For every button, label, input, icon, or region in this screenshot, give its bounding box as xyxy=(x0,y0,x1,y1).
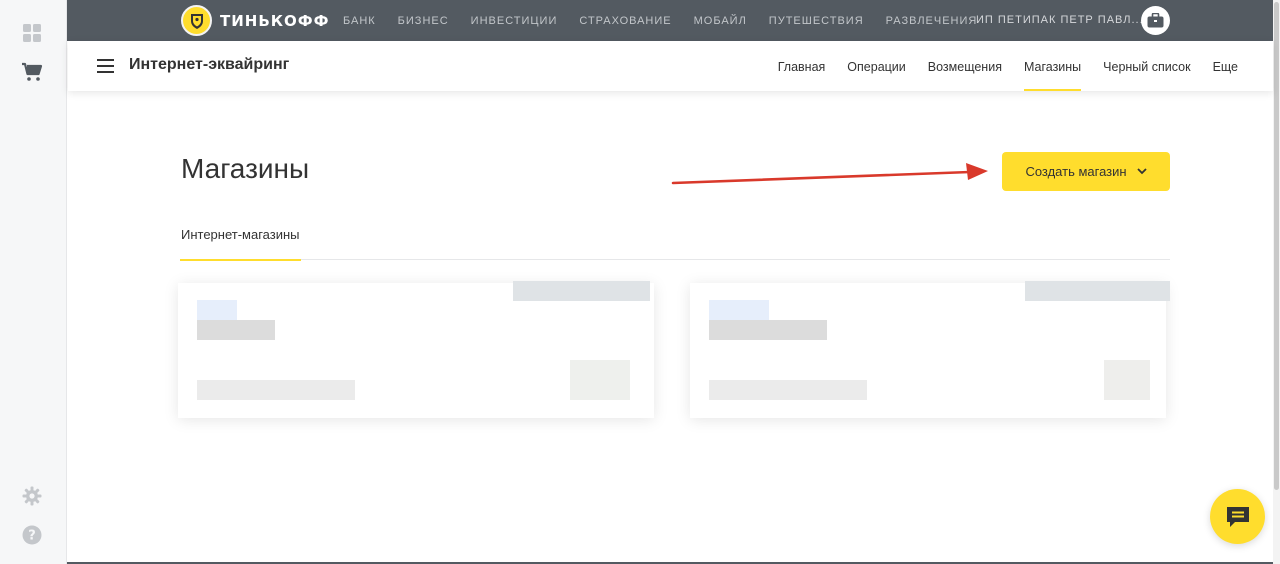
top-nav: БАНК БИЗНЕС ИНВЕСТИЦИИ СТРАХОВАНИЕ МОБАЙ… xyxy=(343,0,999,41)
blurred-content xyxy=(709,300,769,320)
scrollbar-thumb[interactable] xyxy=(1274,2,1279,490)
brand-logo[interactable]: ТИНЬКОФФ xyxy=(181,5,330,36)
shop-card-2[interactable] xyxy=(690,281,1170,418)
chevron-down-icon xyxy=(1136,168,1147,175)
page-title: Магазины xyxy=(181,153,310,184)
grid-icon[interactable] xyxy=(21,22,43,44)
shop-card-1[interactable] xyxy=(178,281,654,418)
top-nav-mobile[interactable]: МОБАЙЛ xyxy=(694,15,747,27)
tab-operations[interactable]: Операции xyxy=(847,41,905,91)
top-nav-business[interactable]: БИЗНЕС xyxy=(398,15,449,27)
svg-text:?: ? xyxy=(28,529,36,544)
organization-name[interactable]: ИП ПЕТИПАК ПЕТР ПАВЛ... xyxy=(976,0,1144,41)
help-icon[interactable]: ? xyxy=(21,524,43,546)
cart-icon[interactable] xyxy=(21,61,43,83)
tab-more[interactable]: Еще xyxy=(1213,41,1238,91)
top-nav-entertainment[interactable]: РАЗВЛЕЧЕНИЯ xyxy=(886,15,978,27)
section-title: Интернет-эквайринг xyxy=(129,56,290,73)
brand-name: ТИНЬКОФФ xyxy=(220,11,330,30)
briefcase-icon[interactable] xyxy=(1141,6,1170,35)
top-bar: ТИНЬКОФФ БАНК БИЗНЕС ИНВЕСТИЦИИ СТРАХОВА… xyxy=(67,0,1273,41)
tab-online-shops[interactable]: Интернет-магазины xyxy=(180,216,301,261)
create-shop-button[interactable]: Создать магазин xyxy=(1002,152,1170,191)
top-nav-bank[interactable]: БАНК xyxy=(343,15,376,27)
acquiring-header: Интернет-эквайринг Главная Операции Возм… xyxy=(68,41,1273,91)
blurred-content xyxy=(709,320,827,340)
tab-main[interactable]: Главная xyxy=(778,41,826,91)
menu-icon[interactable] xyxy=(97,59,114,73)
tab-refunds[interactable]: Возмещения xyxy=(928,41,1002,91)
blurred-content xyxy=(197,380,355,400)
top-nav-insurance[interactable]: СТРАХОВАНИЕ xyxy=(579,15,671,27)
section-nav: Главная Операции Возмещения Магазины Чер… xyxy=(756,41,1238,91)
left-rail: ? xyxy=(0,0,67,564)
create-shop-label: Создать магазин xyxy=(1025,164,1127,179)
top-nav-travel[interactable]: ПУТЕШЕСТВИЯ xyxy=(769,15,864,27)
blurred-content xyxy=(1025,281,1170,301)
shield-logo-icon xyxy=(181,5,212,36)
tab-blacklist[interactable]: Черный список xyxy=(1103,41,1190,91)
blurred-content xyxy=(1104,360,1150,400)
blurred-content xyxy=(570,360,630,400)
tab-shops[interactable]: Магазины xyxy=(1023,41,1082,91)
chat-button[interactable] xyxy=(1210,489,1265,544)
blurred-content xyxy=(709,380,867,400)
shop-tabs: Интернет-магазины xyxy=(180,216,1170,261)
gear-icon[interactable] xyxy=(21,485,43,507)
blurred-content xyxy=(197,300,237,320)
annotation-arrow xyxy=(671,163,988,185)
page-scrollbar[interactable] xyxy=(1273,0,1280,564)
blurred-content xyxy=(197,320,275,340)
chat-icon xyxy=(1226,506,1249,527)
blurred-content xyxy=(513,281,650,301)
top-nav-investments[interactable]: ИНВЕСТИЦИИ xyxy=(471,15,558,27)
